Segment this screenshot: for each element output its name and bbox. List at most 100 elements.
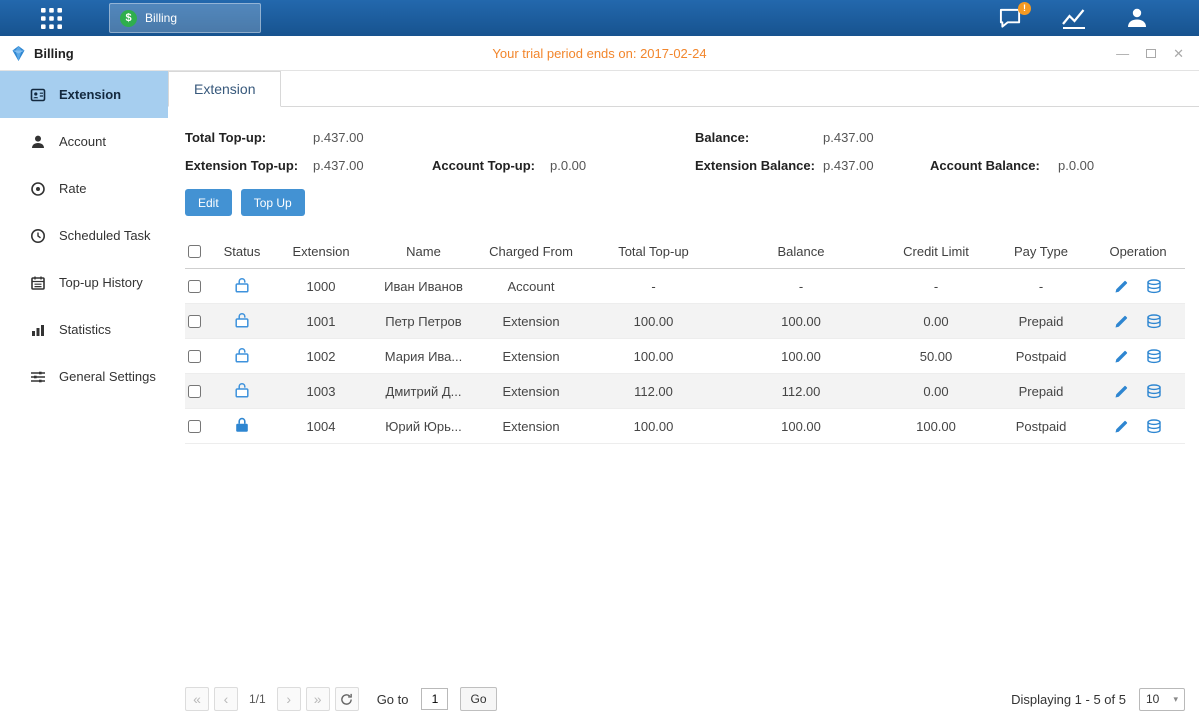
status-lock-icon[interactable]	[235, 347, 249, 363]
topup-row-icon[interactable]	[1146, 349, 1162, 364]
status-lock-icon[interactable]	[235, 417, 249, 433]
main-content: Extension Total Top-up: p.437.00 Balance…	[168, 71, 1199, 720]
cell-credit-limit: 0.00	[881, 384, 991, 399]
cell-extension: 1003	[271, 384, 371, 399]
table-header-row: Status Extension Name Charged From Total…	[185, 235, 1185, 269]
cell-extension: 1004	[271, 419, 371, 434]
go-button[interactable]: Go	[460, 687, 496, 711]
page-size-value: 10	[1146, 692, 1159, 706]
status-lock-icon[interactable]	[235, 277, 249, 293]
sidebar-item-general-settings[interactable]: General Settings	[0, 353, 168, 400]
select-all-checkbox[interactable]	[188, 245, 201, 258]
statistics-topbar-button[interactable]	[1061, 6, 1087, 30]
sidebar-item-account[interactable]: Account	[0, 118, 168, 165]
tab-extension-label: Extension	[194, 81, 255, 97]
cell-name: Мария Ива...	[371, 349, 476, 364]
summary-extension-topup: Extension Top-up: p.437.00	[185, 158, 432, 173]
summary-account-topup: Account Top-up: p.0.00	[432, 158, 695, 173]
status-lock-icon[interactable]	[235, 312, 249, 328]
cell-pay-type: Prepaid	[991, 314, 1091, 329]
cell-extension: 1000	[271, 279, 371, 294]
sidebar-item-scheduled-task[interactable]: Scheduled Task	[0, 212, 168, 259]
line-chart-icon	[1061, 6, 1087, 30]
summary-value: p.437.00	[313, 158, 364, 173]
row-checkbox[interactable]	[188, 385, 201, 398]
billing-taskbar-tab[interactable]: $ Billing	[109, 3, 261, 33]
edit-row-icon[interactable]	[1114, 279, 1129, 294]
page-indicator: 1/1	[249, 692, 266, 706]
window-controls: — ✕	[1116, 47, 1199, 60]
status-lock-icon[interactable]	[235, 382, 249, 398]
person-icon	[30, 134, 46, 150]
col-credit-limit: Credit Limit	[881, 244, 991, 259]
apps-grid-button[interactable]	[40, 7, 63, 30]
close-button[interactable]: ✕	[1173, 47, 1184, 60]
extensions-table: Status Extension Name Charged From Total…	[185, 235, 1185, 444]
history-ledger-icon	[30, 275, 46, 291]
cell-name: Иван Иванов	[371, 279, 476, 294]
sidebar-item-rate[interactable]: Rate	[0, 165, 168, 212]
goto-label: Go to	[377, 692, 409, 707]
caret-down-icon: ▾	[1173, 694, 1178, 705]
sidebar-item-statistics[interactable]: Statistics	[0, 306, 168, 353]
billing-dollar-icon: $	[120, 10, 137, 27]
refresh-button[interactable]	[335, 687, 359, 711]
page-size-select[interactable]: 10 ▾	[1139, 688, 1185, 711]
summary-value: p.0.00	[550, 158, 586, 173]
goto-page-input[interactable]	[421, 688, 448, 710]
top-up-button[interactable]: Top Up	[241, 189, 305, 216]
cell-name: Петр Петров	[371, 314, 476, 329]
topup-row-icon[interactable]	[1146, 314, 1162, 329]
summary-extension-balance: Extension Balance: p.437.00	[695, 158, 930, 173]
cell-credit-limit: -	[881, 279, 991, 294]
row-checkbox[interactable]	[188, 280, 201, 293]
cell-credit-limit: 50.00	[881, 349, 991, 364]
summary-label: Balance:	[695, 130, 823, 145]
summary-value: p.0.00	[1058, 158, 1094, 173]
col-operation: Operation	[1091, 244, 1185, 259]
cell-name: Юрий Юрь...	[371, 419, 476, 434]
row-checkbox[interactable]	[188, 350, 201, 363]
cell-total-topup: 100.00	[586, 314, 721, 329]
sidebar-item-topup-history[interactable]: Top-up History	[0, 259, 168, 306]
sidebar-item-extension[interactable]: Extension	[0, 71, 168, 118]
edit-row-icon[interactable]	[1114, 314, 1129, 329]
table-row: 1002 Мария Ива... Extension 100.00 100.0…	[185, 339, 1185, 374]
row-checkbox[interactable]	[188, 420, 201, 433]
row-checkbox[interactable]	[188, 315, 201, 328]
edit-row-icon[interactable]	[1114, 419, 1129, 434]
notifications-button[interactable]: !	[998, 7, 1023, 30]
alert-badge: !	[1018, 2, 1031, 15]
topup-row-icon[interactable]	[1146, 419, 1162, 434]
first-page-button[interactable]: «	[185, 687, 209, 711]
cell-name: Дмитрий Д...	[371, 384, 476, 399]
maximize-icon	[1146, 49, 1156, 58]
sidebar-item-label: Account	[59, 134, 106, 149]
cell-extension: 1002	[271, 349, 371, 364]
cell-balance: 100.00	[721, 419, 881, 434]
maximize-button[interactable]	[1146, 47, 1156, 60]
clock-icon	[30, 228, 46, 244]
table-row: 1004 Юрий Юрь... Extension 100.00 100.00…	[185, 409, 1185, 444]
cell-extension: 1001	[271, 314, 371, 329]
minimize-button[interactable]: —	[1116, 47, 1129, 60]
prev-page-button[interactable]: ‹	[214, 687, 238, 711]
user-account-button[interactable]	[1125, 6, 1149, 30]
cell-pay-type: -	[991, 279, 1091, 294]
summary-label: Total Top-up:	[185, 130, 313, 145]
last-page-button[interactable]: »	[306, 687, 330, 711]
extension-card-icon	[30, 87, 46, 103]
tab-extension[interactable]: Extension	[168, 71, 281, 107]
cell-charged-from: Account	[476, 279, 586, 294]
window-titlebar: Billing Your trial period ends on: 2017-…	[0, 36, 1199, 71]
edit-button[interactable]: Edit	[185, 189, 232, 216]
cell-pay-type: Prepaid	[991, 384, 1091, 399]
edit-row-icon[interactable]	[1114, 349, 1129, 364]
edit-row-icon[interactable]	[1114, 384, 1129, 399]
cell-charged-from: Extension	[476, 349, 586, 364]
summary-value: p.437.00	[313, 130, 364, 145]
next-page-button[interactable]: ›	[277, 687, 301, 711]
topup-row-icon[interactable]	[1146, 279, 1162, 294]
topup-row-icon[interactable]	[1146, 384, 1162, 399]
pagination-bar: « ‹ 1/1 › » Go to Go Displaying 1 - 5 of…	[185, 687, 1185, 711]
